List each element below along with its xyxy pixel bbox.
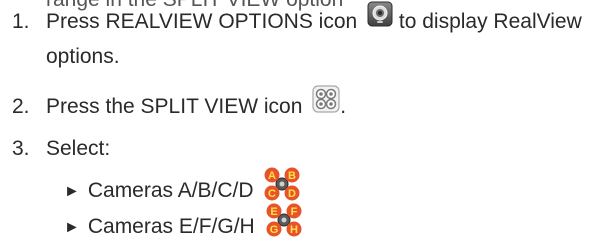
camera-letter: F — [290, 206, 297, 218]
step-text: Press the SPLIT VIEW icon — [46, 95, 303, 119]
bullet-arrow: ► — [64, 183, 80, 201]
step-number: 1. — [12, 10, 30, 34]
cameras-efgh-icon: E F G H — [265, 203, 303, 246]
step-2: 2. Press the SPLIT VIEW icon . — [12, 85, 347, 127]
step-text-after: to display RealView — [398, 10, 582, 34]
option-cameras-efgh: ► Cameras E/F/G/H E F G H — [64, 203, 303, 249]
step-text-after: . — [340, 95, 347, 119]
split-view-icon — [312, 85, 340, 124]
camera-letter: E — [270, 206, 277, 218]
camera-letter: B — [288, 170, 296, 182]
realview-options-icon — [367, 1, 393, 38]
step-3: 3. Select: — [12, 132, 110, 166]
step-1-continuation: options. — [46, 45, 120, 68]
camera-letter: A — [268, 170, 276, 182]
camera-letter: C — [268, 188, 276, 200]
option-label: Cameras E/F/G/H — [87, 215, 255, 239]
step-text: Select: — [46, 137, 111, 160]
bullet-arrow: ► — [64, 219, 80, 237]
camera-letter: D — [288, 188, 296, 200]
camera-letter: H — [290, 224, 298, 236]
step-text: Press REALVIEW OPTIONS icon — [46, 10, 358, 34]
option-label: Cameras A/B/C/D — [87, 179, 254, 203]
step-1: 1. Press REALVIEW OPTIONS icon to display… — [12, 1, 582, 41]
step-number: 3. — [12, 137, 30, 160]
step-number: 2. — [12, 95, 30, 119]
camera-letter: G — [269, 224, 278, 236]
